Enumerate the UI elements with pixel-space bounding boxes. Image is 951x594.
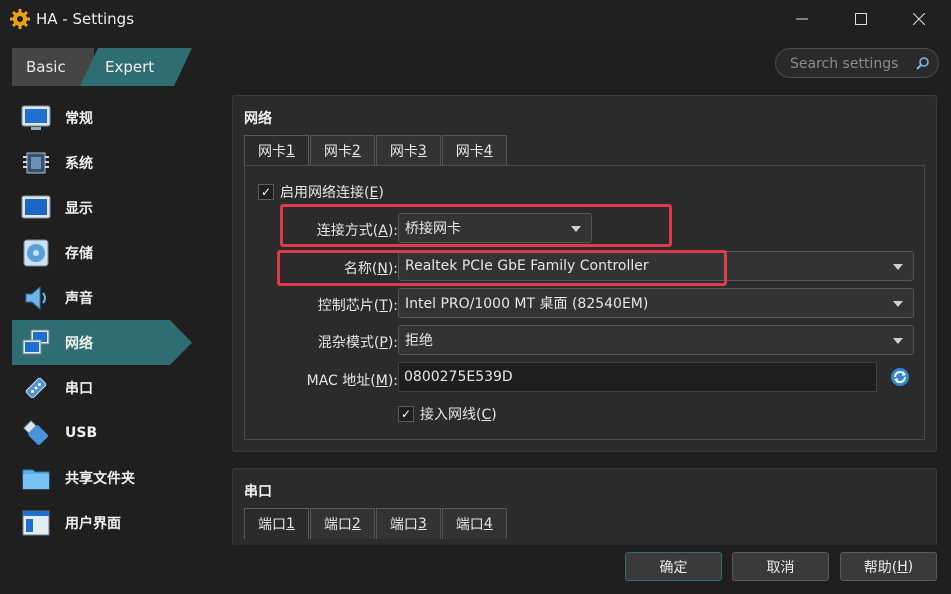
sidebar-item-system[interactable]: 系统 [12, 140, 212, 185]
sidebar-item-label: 显示 [65, 200, 93, 217]
sidebar-item-general[interactable]: 常规 [12, 95, 212, 140]
enable-network-label: 启用网络连接(E) [280, 185, 384, 201]
adapter-type-label: 控制芯片(T): [317, 298, 398, 314]
serial-port-icon [20, 372, 52, 404]
attached-to-label: 连接方式(A): [316, 223, 398, 239]
sidebar-item-label: 共享文件夹 [65, 470, 135, 487]
speaker-icon [20, 282, 52, 314]
sidebar-item-label: 网络 [65, 335, 93, 352]
gear-icon [10, 9, 30, 29]
sidebar-item-shared-folders[interactable]: 共享文件夹 [12, 455, 212, 500]
sidebar-item-user-interface[interactable]: 用户界面 [12, 500, 212, 545]
network-panel: 网络 网卡 1 网卡 2 网卡 3 网卡 4 ✓ 启用网络连接(E) 连接方式(… [232, 95, 937, 452]
minimize-button[interactable] [779, 0, 825, 38]
sidebar-item-label: 声音 [65, 290, 93, 307]
window-title: HA - Settings [36, 10, 135, 28]
chevron-down-icon [893, 338, 903, 344]
cancel-button[interactable]: 取消 [732, 552, 829, 581]
search-box [775, 48, 939, 78]
tab-basic[interactable]: Basic [12, 48, 94, 86]
serial-panel: 串口 端口 1 端口 2 端口 3 端口 4 [232, 468, 937, 548]
chevron-down-icon [893, 264, 903, 270]
sidebar-item-label: 系统 [65, 155, 93, 172]
minimize-icon [796, 18, 808, 20]
tab-adapter-2[interactable]: 网卡 2 [309, 135, 375, 166]
network-icon [20, 327, 52, 359]
name-label: 名称(N): [343, 261, 398, 277]
sidebar-item-label: 存储 [65, 245, 93, 262]
cable-connected-checkbox[interactable]: ✓ 接入网线(C) [398, 404, 497, 424]
close-icon [913, 13, 925, 25]
adapter-type-select[interactable]: Intel PRO/1000 MT 桌面 (82540EM) [398, 288, 914, 318]
tab-adapter-3[interactable]: 网卡 3 [375, 135, 441, 166]
tab-port-3[interactable]: 端口 3 [375, 508, 441, 539]
promiscuous-mode-label: 混杂模式(P): [317, 335, 398, 351]
sidebar-item-network[interactable]: 网络 [12, 320, 192, 365]
title-bar: HA - Settings [0, 0, 951, 38]
sidebar-item-serial[interactable]: 串口 [12, 365, 212, 410]
mac-address-label: MAC 地址(M): [306, 373, 398, 389]
promiscuous-mode-select[interactable]: 拒绝 [398, 325, 914, 355]
sidebar-item-label: USB [65, 424, 98, 441]
general-monitor-icon [20, 102, 52, 134]
shared-folder-icon [20, 462, 52, 494]
mode-tabs: Basic Expert [12, 48, 192, 86]
search-icon[interactable] [916, 56, 930, 70]
adapter-tab-body: ✓ 启用网络连接(E) 连接方式(A): 桥接网卡 名称(N): Realtek… [244, 165, 925, 440]
check-icon: ✓ [398, 406, 414, 422]
usb-icon [20, 417, 52, 449]
network-panel-title: 网络 [244, 111, 272, 127]
storage-disc-icon [20, 237, 52, 269]
sidebar-item-audio[interactable]: 声音 [12, 275, 212, 320]
check-icon: ✓ [258, 184, 274, 200]
sidebar-item-usb[interactable]: USB [12, 410, 212, 455]
attached-to-select[interactable]: 桥接网卡 [398, 213, 592, 243]
tab-expert[interactable]: Expert [80, 48, 192, 86]
maximize-button[interactable] [838, 0, 884, 38]
sidebar-item-display[interactable]: 显示 [12, 185, 212, 230]
tab-port-4[interactable]: 端口 4 [441, 508, 507, 539]
sidebar: 常规 系统 显示 存储 声音 网络 串口 USB 共享文件夹 用户界面 [12, 95, 212, 545]
close-button[interactable] [896, 0, 942, 38]
search-input[interactable] [790, 55, 910, 73]
serial-tabs: 端口 1 端口 2 端口 3 端口 4 [244, 508, 508, 539]
tab-port-2[interactable]: 端口 2 [309, 508, 375, 539]
user-interface-icon [20, 507, 52, 539]
adapter-tabs: 网卡 1 网卡 2 网卡 3 网卡 4 [244, 135, 508, 166]
adapter-name-select[interactable]: Realtek PCIe GbE Family Controller [398, 251, 914, 281]
chevron-down-icon [893, 301, 903, 307]
help-button[interactable]: 帮助(H) [840, 552, 937, 581]
tab-adapter-4[interactable]: 网卡 4 [441, 135, 507, 166]
chevron-down-icon [571, 226, 581, 232]
sidebar-item-label: 用户界面 [65, 515, 121, 532]
cable-connected-label: 接入网线(C) [420, 407, 497, 423]
enable-network-checkbox[interactable]: ✓ 启用网络连接(E) [258, 182, 384, 202]
sidebar-item-label: 常规 [65, 110, 93, 127]
chip-icon [20, 147, 52, 179]
maximize-icon [855, 13, 867, 25]
sidebar-item-storage[interactable]: 存储 [12, 230, 212, 275]
sidebar-item-label: 串口 [65, 380, 93, 397]
tab-port-1[interactable]: 端口 1 [244, 508, 309, 539]
mac-address-field[interactable]: 0800275E539D [398, 362, 877, 392]
refresh-icon[interactable] [889, 366, 911, 388]
tab-adapter-1[interactable]: 网卡 1 [244, 135, 309, 166]
ok-button[interactable]: 确定 [625, 552, 722, 581]
serial-panel-title: 串口 [244, 484, 272, 500]
display-icon [20, 192, 52, 224]
